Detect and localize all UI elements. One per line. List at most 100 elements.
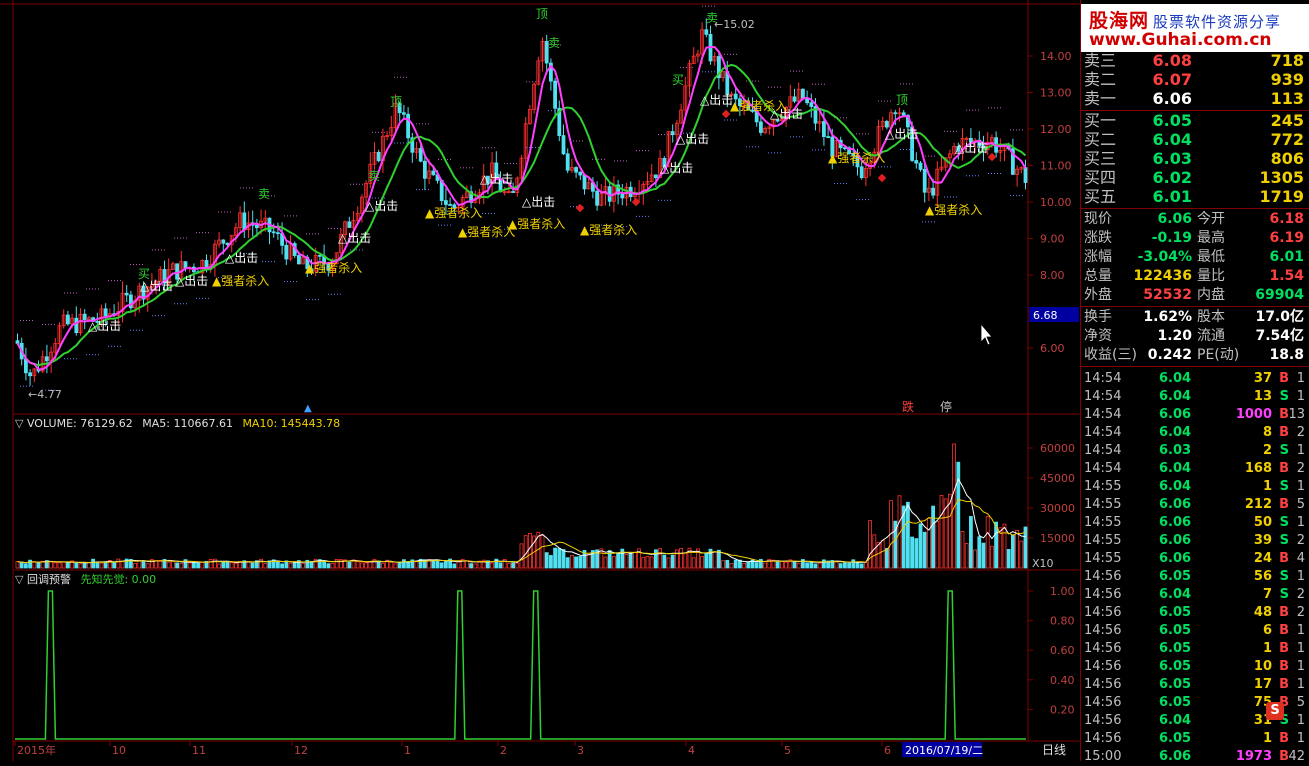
tick-side: B — [1279, 461, 1289, 476]
support-dot — [199, 297, 200, 299]
resistance-dot — [152, 249, 153, 251]
indicator-axis-label: 0.60 — [1050, 644, 1075, 657]
resistance-dot — [821, 83, 822, 85]
resistance-dot — [114, 280, 115, 282]
resistance-dot — [802, 70, 803, 72]
fund-key: 换手 — [1084, 309, 1112, 325]
resistance-dot — [356, 183, 357, 185]
support-dot — [868, 199, 869, 201]
resistance-dot — [1016, 129, 1017, 131]
candle-body — [565, 153, 570, 171]
support-dot — [780, 152, 781, 154]
tick-side: B — [1279, 623, 1289, 638]
current-price-tag: 6.68 — [1033, 309, 1058, 322]
resistance-dot — [441, 158, 442, 160]
bid-row[interactable]: 买一 6.05 245 — [1081, 112, 1309, 130]
candle-body — [74, 317, 79, 334]
s-logo-icon[interactable]: S — [1266, 702, 1284, 720]
resistance-dot — [680, 66, 681, 68]
tick-time: 14:54 — [1084, 425, 1122, 440]
volume-bar — [633, 551, 637, 569]
candle-body — [578, 171, 583, 176]
strong-kill-signal: ▲强者杀入 — [508, 216, 565, 231]
resistance-dot — [818, 83, 819, 85]
bid-row[interactable]: 买三 6.03 806 — [1081, 150, 1309, 168]
tick-row: 14:56 6.04 7 S 2 — [1081, 586, 1309, 604]
tick-time: 14:55 — [1084, 515, 1122, 530]
resistance-dot — [956, 130, 957, 132]
resistance-dot — [658, 134, 659, 136]
support-dot — [177, 303, 178, 305]
tick-count: 1 — [1296, 641, 1305, 656]
volume-bar — [78, 563, 83, 569]
top-signal: 顶 — [390, 95, 402, 109]
quote-row: 外盘 52532 内盘 69904 — [1081, 286, 1309, 305]
bid-row[interactable]: 买四 6.02 1305 — [1081, 169, 1309, 187]
volume-bar — [645, 556, 650, 569]
support-dot — [111, 345, 112, 347]
bid-row[interactable]: 买五 6.01 1719 — [1081, 188, 1309, 206]
volume-bar — [326, 563, 331, 569]
resistance-dot — [48, 323, 49, 325]
bid-row[interactable]: 买二 6.04 772 — [1081, 131, 1309, 149]
candle-body — [826, 136, 830, 138]
ask-row[interactable]: 卖三 6.08 718 — [1081, 52, 1309, 70]
tick-row: 14:55 6.06 24 B 4 — [1081, 550, 1309, 568]
order-volume: 113 — [1270, 89, 1304, 108]
volume-bar — [885, 547, 889, 569]
tick-volume: 13 — [1253, 389, 1272, 404]
resistance-dot — [108, 280, 109, 282]
candle-body — [124, 292, 129, 296]
tick-volume: 50 — [1253, 515, 1272, 530]
resistance-dot — [306, 233, 307, 235]
tick-count: 2 — [1296, 587, 1305, 602]
candle-body — [254, 224, 259, 229]
resistance-dot — [991, 107, 992, 109]
mouse-cursor-icon — [980, 322, 993, 346]
volume-bar — [19, 562, 24, 569]
price-axis-label: 14.00 — [1040, 50, 1072, 63]
support-dot — [416, 189, 417, 191]
fund-value: 0.242 — [1147, 347, 1192, 363]
support-dot — [670, 199, 671, 201]
resistance-dot — [733, 53, 734, 55]
volume-bar — [717, 549, 721, 569]
volume-bar — [641, 556, 646, 569]
volume-bar — [15, 561, 20, 569]
resistance-dot — [661, 134, 662, 136]
tick-side: S — [1279, 569, 1289, 584]
ask-row[interactable]: 卖二 6.07 939 — [1081, 71, 1309, 89]
ask-row[interactable]: 卖一 6.06 113 — [1081, 90, 1309, 108]
kline-chart[interactable]: △出击△出击 △出击△出击△出击△出击△出击△出击△出击△出击△出击△出击△出击△… — [0, 0, 1080, 761]
resistance-dot — [416, 123, 417, 125]
tick-price: 6.05 — [1159, 605, 1192, 620]
time-axis-label: 4 — [688, 744, 695, 757]
resistance-dot — [975, 109, 976, 111]
volume-axis-label: 30000 — [1040, 502, 1075, 515]
tick-time: 14:56 — [1084, 731, 1122, 746]
support-dot — [95, 354, 96, 356]
resistance-dot — [161, 249, 162, 251]
support-dot — [428, 189, 429, 191]
strong-kill-signal: ▲强者杀入 — [425, 205, 482, 220]
candle-body — [82, 313, 87, 321]
resistance-dot — [752, 80, 753, 82]
order-volume: 772 — [1270, 130, 1304, 149]
volume-bar — [1015, 529, 1019, 569]
volume-bar — [469, 563, 474, 569]
support-dot — [636, 215, 637, 217]
volume-header: ▽ VOLUME: 76129.62 MA5: 110667.61 MA10: … — [15, 417, 340, 430]
volume-bar — [309, 561, 314, 569]
resistance-dot — [582, 140, 583, 142]
resistance-dot — [230, 211, 231, 213]
volume-bar — [158, 559, 163, 569]
volume-bars: 60000 45000 30000 15000 — [15, 442, 1075, 569]
quote-divider — [1081, 208, 1309, 209]
volume-bar — [212, 558, 217, 569]
chart-area[interactable]: △出击 △出击 △出击 △出击 △出击 △出击 △出击 △出击 △出击 △出击 △出击 △出击 △出击 △… — [0, 0, 1080, 761]
support-dot — [953, 196, 954, 198]
support-dot — [488, 212, 489, 214]
resistance-dot — [208, 232, 209, 234]
exit-signal: △出击 — [522, 195, 555, 209]
period-label[interactable]: 日线 — [1042, 743, 1066, 757]
